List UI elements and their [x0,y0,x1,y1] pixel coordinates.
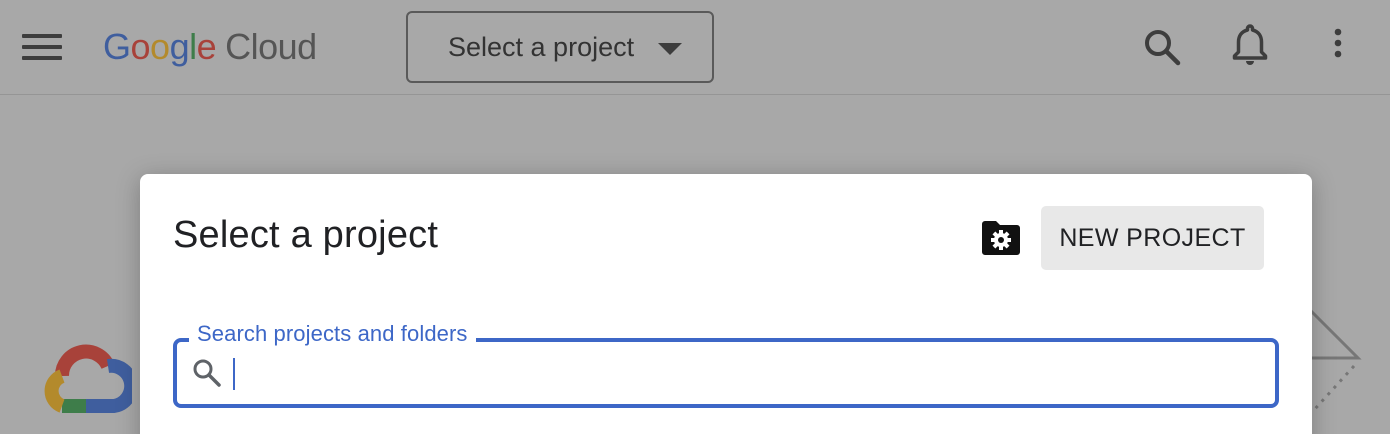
search-icon[interactable] [1142,27,1182,67]
project-picker-button[interactable]: Select a project [406,11,714,83]
logo-letter: G [103,26,131,67]
top-app-bar: Google Cloud Select a project [0,0,1390,95]
search-input[interactable] [233,352,1253,394]
more-vert-icon[interactable] [1326,28,1350,60]
google-cloud-logo[interactable]: Google Cloud [103,24,317,70]
dialog-title: Select a project [173,214,439,256]
search-field-label: Search projects and folders [189,321,476,347]
logo-letter: o [130,26,151,67]
logo-product-name: Cloud [225,26,317,67]
new-project-button[interactable]: NEW PROJECT [1041,206,1264,270]
text-cursor [233,358,235,390]
project-picker-label: Select a project [448,31,635,62]
folder-gear-icon[interactable] [980,220,1022,256]
notifications-bell-icon[interactable] [1230,22,1270,68]
background-illustration [1308,308,1362,412]
select-project-dialog: Select a project NEW PROJECT Search proj… [140,174,1312,434]
google-cloud-hexagon-logo [44,344,132,413]
search-projects-field[interactable]: Search projects and folders [173,321,1279,408]
logo-letter: l [189,26,197,67]
logo-letter: g [169,26,190,67]
search-icon [193,359,221,387]
dropdown-caret-icon [658,43,682,55]
hamburger-menu-icon[interactable] [22,34,62,60]
logo-letter: o [150,26,170,67]
logo-letter: e [196,26,217,67]
